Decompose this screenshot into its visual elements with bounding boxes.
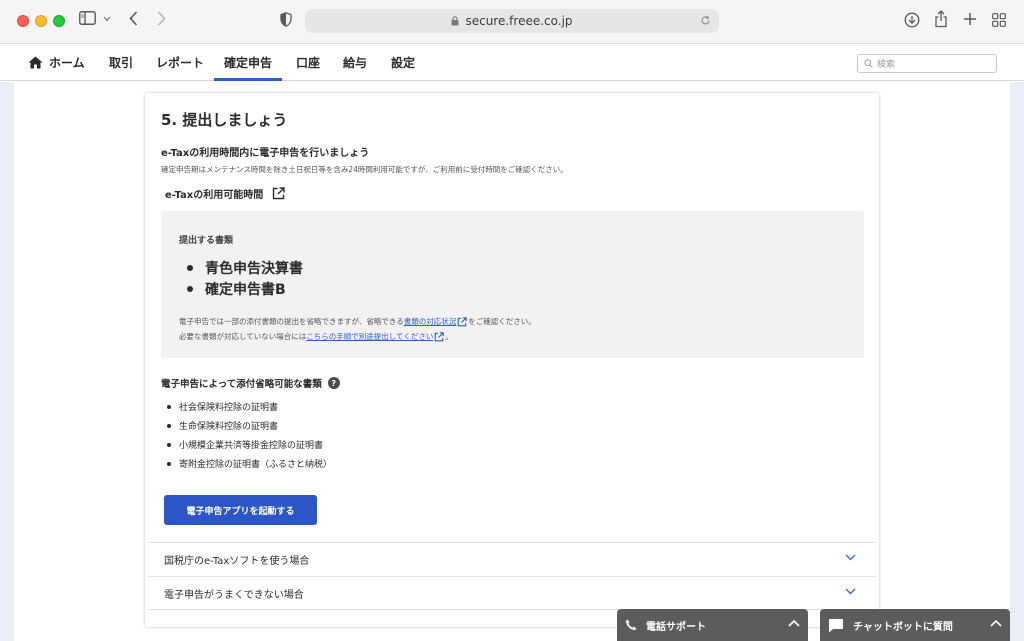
- list-item: 青色申告決算書: [187, 257, 303, 278]
- lock-icon: [451, 16, 459, 26]
- note-text: 必要な書類が対応していない場合には: [179, 332, 307, 341]
- close-window-button[interactable]: [17, 15, 29, 27]
- bullet: [187, 285, 193, 292]
- external-link-icon: [434, 331, 445, 342]
- zoom-window-button[interactable]: [53, 15, 65, 27]
- omittable-docs-label: 電子申告によって添付省略可能な書類: [161, 379, 322, 390]
- bullet: [167, 423, 171, 428]
- chevron-down-icon: [845, 554, 856, 561]
- chevron-down-icon: [845, 588, 856, 595]
- chatbot-label: チャットボットに質問: [853, 621, 953, 633]
- bullet: [167, 461, 171, 466]
- phone-support-label: 電話サポート: [646, 621, 706, 633]
- external-link-icon: [272, 187, 285, 200]
- nav-payroll[interactable]: 給与: [343, 44, 367, 80]
- accordion-label: 電子申告がうまくできない場合: [164, 589, 304, 601]
- sidebar-toggle-icon[interactable]: [79, 11, 96, 25]
- share-icon[interactable]: [934, 10, 948, 28]
- bullet: [167, 404, 171, 409]
- reload-icon[interactable]: [700, 15, 711, 26]
- separate-submission-link[interactable]: こちらの手順で別途提出してください: [306, 331, 433, 342]
- omittable-doc-name: 寄附金控除の証明書（ふるさと納税）: [179, 460, 333, 470]
- submission-card: 5. 提出しましょう e-Taxの利用時間内に電子申告を行いましょう 確定申告期…: [145, 93, 879, 627]
- omittable-doc-name: 社会保険料控除の証明書: [179, 403, 279, 413]
- app-navigation: ホーム 取引 レポート 確定申告 口座 給与 設定 検索: [0, 44, 1024, 81]
- download-icon[interactable]: [904, 12, 920, 28]
- nav-settings[interactable]: 設定: [391, 44, 415, 80]
- availability-link[interactable]: e-Taxの利用可能時間: [165, 186, 285, 201]
- search-icon: [864, 59, 873, 68]
- documents-note-1: 電子申告では一部の添付書類の提出を省略できますが、省略できる 書類の対応状況 を…: [179, 316, 536, 327]
- accordion-etax-software[interactable]: 国税庁のe-Taxソフトを使う場合: [148, 542, 876, 576]
- list-item: 確定申告書B: [187, 278, 303, 299]
- documents-label: 提出する書類: [179, 236, 234, 246]
- note-text: をご確認ください。: [468, 317, 536, 326]
- omittable-doc-name: 生命保険料控除の証明書: [179, 422, 279, 432]
- note-text: 電子申告では一部の添付書類の提出を省略できますが、省略できる: [179, 317, 404, 326]
- note-text: 。: [445, 332, 453, 341]
- nav-tax-return[interactable]: 確定申告: [214, 44, 282, 81]
- nav-home-label: ホーム: [49, 55, 85, 70]
- minimize-window-button[interactable]: [35, 15, 47, 27]
- search-input[interactable]: 検索: [857, 54, 997, 73]
- nav-transactions[interactable]: 取引: [109, 44, 133, 80]
- list-item: 社会保険料控除の証明書: [167, 397, 332, 416]
- privacy-shield-icon[interactable]: [280, 12, 292, 27]
- page-title: 5. 提出しましょう: [161, 111, 288, 129]
- section-note: 確定申告期はメンテナンス時間を除き土日祝日等を含み24時間利用可能ですが、ご利用…: [161, 165, 568, 174]
- accordion-label: 国税庁のe-Taxソフトを使う場合: [164, 556, 310, 567]
- nav-tax-return-label: 確定申告: [223, 55, 272, 70]
- omittable-docs-list: 社会保険料控除の証明書 生命保険料控除の証明書 小規模企業共済等掛金控除の証明書…: [167, 397, 332, 473]
- nav-transactions-label: 取引: [109, 55, 134, 70]
- help-icon[interactable]: ?: [327, 377, 340, 389]
- documents-note-2: 必要な書類が対応していない場合には こちらの手順で別途提出してください 。: [179, 331, 453, 342]
- document-support-status-link[interactable]: 書類の対応状況: [404, 316, 457, 327]
- list-item: 小規模企業共済等掛金控除の証明書: [167, 435, 332, 454]
- launch-etax-app-button[interactable]: 電子申告アプリを起動する: [164, 495, 317, 525]
- phone-icon: [625, 619, 637, 631]
- home-icon: [28, 56, 43, 69]
- chatbot-bar[interactable]: チャットボットに質問: [820, 609, 1010, 641]
- nav-accounts-label: 口座: [296, 55, 321, 70]
- new-tab-icon[interactable]: [963, 12, 977, 26]
- search-placeholder: 検索: [877, 60, 896, 70]
- address-url: secure.freee.co.jp: [465, 14, 573, 28]
- back-icon[interactable]: [129, 11, 138, 26]
- nav-reports-label: レポート: [156, 55, 205, 70]
- chat-icon: [828, 618, 844, 633]
- document-name: 確定申告書B: [205, 281, 286, 298]
- omittable-doc-name: 小規模企業共済等掛金控除の証明書: [179, 441, 324, 451]
- tab-overview-icon[interactable]: [992, 13, 1006, 27]
- nav-settings-label: 設定: [391, 55, 416, 70]
- section-title: e-Taxの利用時間内に電子申告を行いましょう: [161, 148, 370, 159]
- nav-payroll-label: 給与: [343, 55, 368, 70]
- accordion-troubleshooting[interactable]: 電子申告がうまくできない場合: [148, 576, 876, 610]
- external-link-icon: [457, 316, 467, 327]
- list-item: 生命保険料控除の証明書: [167, 416, 332, 435]
- bullet: [167, 442, 171, 447]
- list-item: 寄附金控除の証明書（ふるさと納税）: [167, 454, 332, 473]
- forward-icon[interactable]: [157, 11, 166, 26]
- availability-link-label: e-Taxの利用可能時間: [165, 190, 264, 201]
- chevron-down-icon[interactable]: [103, 16, 111, 22]
- chevron-up-icon[interactable]: [788, 619, 800, 627]
- browser-toolbar: secure.freee.co.jp: [0, 0, 1024, 44]
- nav-reports[interactable]: レポート: [156, 44, 204, 80]
- nav-accounts[interactable]: 口座: [296, 44, 320, 80]
- documents-list: 青色申告決算書 確定申告書B: [187, 257, 303, 299]
- address-bar[interactable]: secure.freee.co.jp: [305, 9, 719, 33]
- chevron-up-icon[interactable]: [990, 619, 1002, 627]
- nav-home[interactable]: ホーム: [28, 44, 85, 80]
- phone-support-bar[interactable]: 電話サポート: [617, 609, 808, 641]
- document-name: 青色申告決算書: [205, 260, 303, 277]
- bullet: [187, 264, 193, 271]
- omittable-docs-title: 電子申告によって添付省略可能な書類 ?: [161, 376, 340, 390]
- documents-box: 提出する書類 青色申告決算書 確定申告書B 電子申告では一部の添付書類の提出を省…: [161, 211, 864, 358]
